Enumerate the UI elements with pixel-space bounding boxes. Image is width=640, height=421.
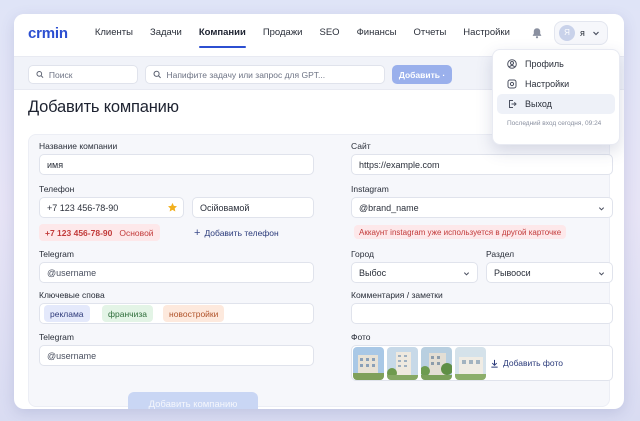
photo-label: Фото	[351, 332, 371, 342]
add-photo-button[interactable]: Добавить фото	[490, 358, 563, 368]
user-icon	[507, 59, 517, 69]
main-nav: Клиенты Задачи Компании Продажи SEO Фина…	[95, 14, 527, 52]
menu-item-profile[interactable]: Профиль	[497, 54, 615, 74]
section-value: Рывооси	[494, 267, 531, 278]
photo-thumbnail[interactable]	[455, 347, 486, 380]
comment-label: Комментария / заметки	[351, 290, 443, 300]
avatar: Я	[559, 25, 575, 41]
nav-item-sales[interactable]: Продажи	[263, 14, 303, 52]
nav-item-settings[interactable]: Настройки	[463, 14, 510, 52]
primary-phone-chip[interactable]: +7 123 456-78-90 Основой	[39, 224, 160, 241]
plus-icon: +	[194, 227, 201, 239]
phone-label: Телефон	[39, 184, 75, 194]
nav-item-clients[interactable]: Клиенты	[95, 14, 133, 52]
primary-phone-value: +7 123 456-78-90	[45, 227, 113, 238]
site-field[interactable]: https://example.com	[351, 154, 613, 175]
add-phone-label: Добавить телефон	[204, 228, 279, 238]
phone-field[interactable]: +7 123 456-78-90	[39, 197, 184, 218]
keywords-label: Ключевые спова	[39, 290, 105, 300]
search-icon	[36, 71, 44, 78]
logout-icon	[509, 100, 517, 108]
nav-item-tasks[interactable]: Задачи	[150, 14, 182, 52]
chevron-down-icon	[592, 31, 599, 36]
telegram-2-label: Telegram	[39, 332, 74, 342]
user-menu-button[interactable]: Я я	[554, 21, 608, 45]
nav-item-companies[interactable]: Компании	[198, 14, 246, 52]
search-input[interactable]	[48, 69, 137, 80]
phone-extra-field[interactable]: Осійовамой	[192, 197, 314, 218]
menu-item-settings[interactable]: Настройки	[497, 74, 615, 94]
menu-item-label: Выход	[525, 99, 552, 109]
keywords-field[interactable]: реклама франчиза новостройки	[39, 303, 314, 324]
photo-thumbnail[interactable]	[421, 347, 452, 380]
phone-value: +7 123 456-78-90	[47, 202, 119, 213]
user-dropdown-menu: Профиль Настройки Выход Последний вход с…	[492, 49, 620, 145]
telegram-label: Telegram	[39, 249, 74, 259]
primary-phone-badge: Основой	[119, 227, 154, 238]
section-label: Раздел	[486, 249, 515, 259]
city-value: Выбос	[359, 267, 387, 278]
user-name: я	[580, 28, 585, 38]
instagram-label: Instagram	[351, 184, 389, 194]
nav-item-finance[interactable]: Финансы	[357, 14, 397, 52]
app-logo[interactable]: crmin	[28, 25, 68, 42]
menu-item-label: Профиль	[525, 59, 564, 69]
star-icon[interactable]	[167, 202, 178, 213]
instagram-error-message: Аккаунт instagram уже используется в дру…	[354, 225, 567, 239]
comment-field[interactable]	[351, 303, 613, 324]
keyword-chip[interactable]: новостройки	[163, 305, 225, 322]
city-select[interactable]: Выбос	[351, 262, 478, 283]
add-photo-label: Добавить фото	[503, 358, 563, 368]
download-icon	[491, 359, 498, 368]
instagram-field[interactable]: @brand_name	[351, 197, 613, 218]
telegram-field[interactable]: @username	[39, 262, 314, 283]
add-company-button[interactable]: Добавить компанию	[128, 392, 258, 409]
company-name-field[interactable]: имя	[39, 154, 314, 175]
nav-item-seo[interactable]: SEO	[320, 14, 340, 52]
keyword-chip[interactable]: реклама	[44, 305, 90, 322]
photo-thumbnail[interactable]	[387, 347, 418, 380]
top-navbar: crmin Клиенты Задачи Компании Продажи SE…	[14, 14, 624, 52]
search-icon	[153, 70, 161, 79]
chevron-down-icon	[598, 272, 605, 276]
app-window: crmin Клиенты Задачи Компании Продажи SE…	[14, 14, 624, 409]
nav-item-reports[interactable]: Отчеты	[413, 14, 446, 52]
chevron-down-icon	[463, 272, 470, 276]
telegram-2-field[interactable]: @username	[39, 345, 314, 366]
menu-item-logout[interactable]: Выход	[497, 94, 615, 114]
site-label: Сайт	[351, 141, 371, 151]
gpt-box	[145, 65, 385, 84]
page-title: Добавить компанию	[28, 98, 179, 116]
chevron-down-icon	[598, 207, 605, 211]
instagram-value: @brand_name	[359, 202, 419, 213]
photo-upload-area: Добавить фото	[351, 345, 613, 381]
photo-thumbnail[interactable]	[353, 347, 384, 380]
last-login-text: Последний вход сегодня, 09:24	[507, 120, 602, 127]
bell-icon[interactable]	[531, 27, 543, 39]
menu-item-label: Настройки	[525, 79, 570, 89]
add-phone-link[interactable]: + Добавить телефон	[194, 227, 279, 239]
keyword-chip[interactable]: франчиза	[102, 305, 153, 322]
settings-icon	[507, 79, 517, 89]
company-form: Название компании имя Телефон +7 123 456…	[28, 134, 613, 409]
section-select[interactable]: Рывооси	[486, 262, 613, 283]
company-name-label: Название компании	[39, 141, 118, 151]
search-box	[28, 65, 138, 84]
gpt-query-input[interactable]	[166, 69, 384, 80]
city-label: Город	[351, 249, 374, 259]
gpt-add-button[interactable]: Добавить ·	[392, 65, 452, 84]
